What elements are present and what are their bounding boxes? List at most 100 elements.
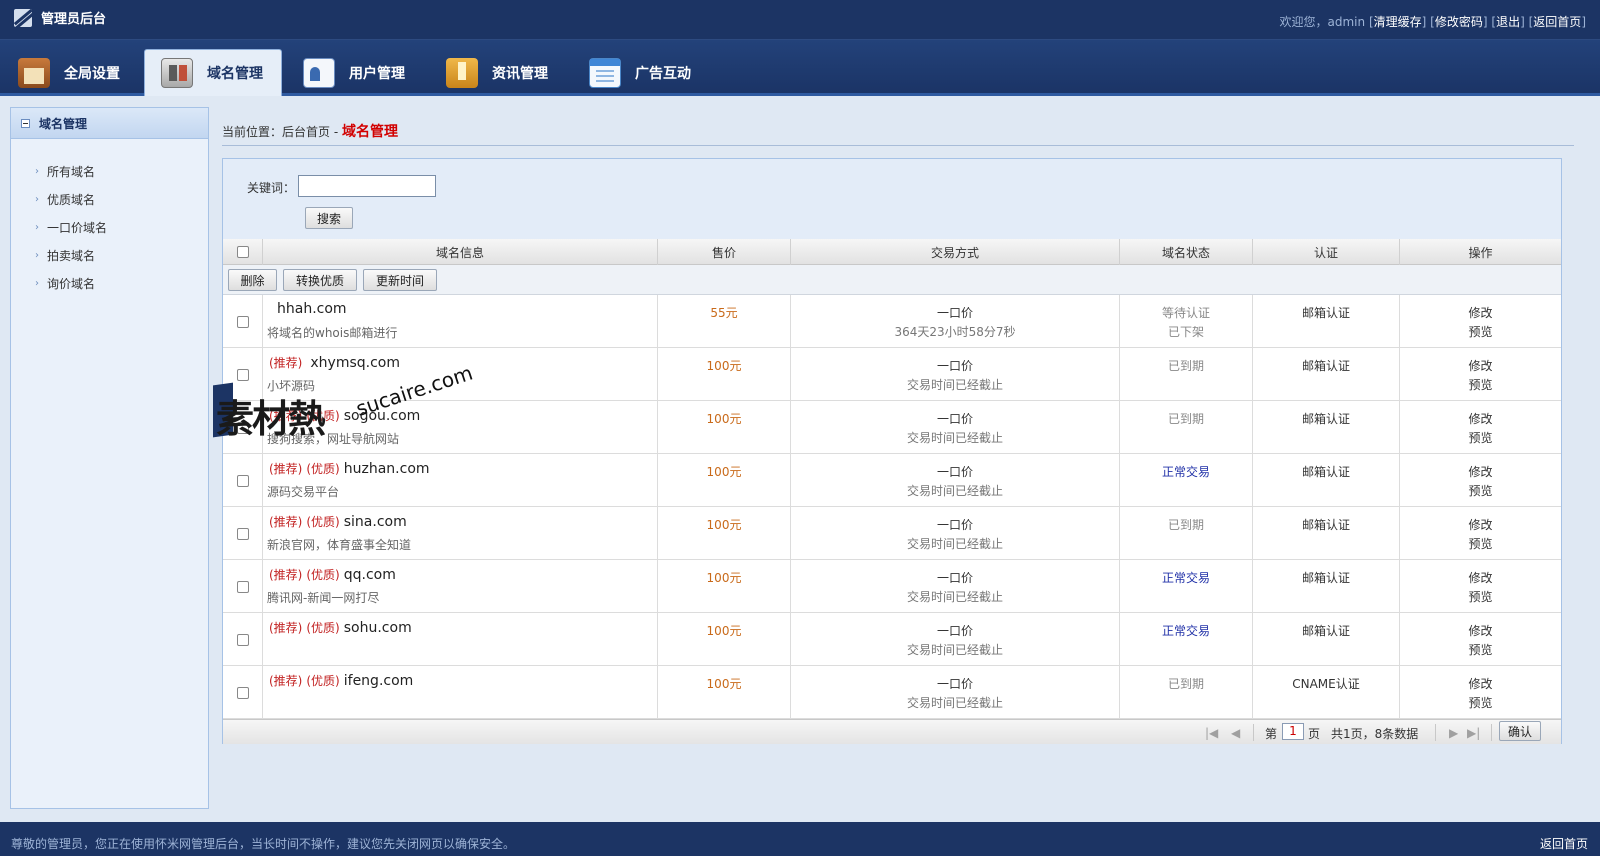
operation-cell: 修改 预览: [1400, 295, 1561, 348]
row-checkbox-cell: [223, 295, 263, 348]
preview-link[interactable]: 预览: [1400, 376, 1561, 393]
recommend-tag: (推荐): [269, 621, 303, 635]
sidebar-item-premium-domains[interactable]: › 优质域名: [11, 185, 208, 213]
edit-link[interactable]: 修改: [1400, 304, 1561, 321]
trade-mode: 一口价: [936, 306, 973, 320]
premium-tag: (优质): [306, 621, 340, 635]
preview-link[interactable]: 预览: [1400, 535, 1561, 552]
price-cell: 100元: [658, 348, 791, 401]
trade-mode: 一口价: [936, 359, 973, 373]
operation-cell: 修改 预览: [1400, 613, 1561, 666]
header-checkbox-cell: [223, 239, 263, 265]
status-cell: 已到期: [1120, 401, 1253, 454]
trade-time: 交易时间已经截止: [906, 484, 1003, 498]
row-checkbox[interactable]: [236, 527, 249, 540]
brand: 管理员后台: [14, 8, 106, 27]
auth-cell: 邮箱认证: [1253, 295, 1400, 348]
preview-link[interactable]: 预览: [1400, 641, 1561, 658]
watermark-cn: 素材熱: [216, 397, 326, 441]
status-text: 已到期: [1167, 677, 1204, 691]
window-icon: [589, 57, 621, 88]
footer-home-link[interactable]: 返回首页: [1540, 835, 1588, 852]
trade-time: 交易时间已经截止: [906, 378, 1003, 392]
update-time-button[interactable]: 更新时间: [363, 269, 437, 291]
next-page-icon[interactable]: ▶: [1449, 726, 1458, 740]
convert-premium-button[interactable]: 转换优质: [283, 269, 357, 291]
tab-news-management[interactable]: 资讯管理: [430, 49, 568, 96]
tab-user-management[interactable]: 用户管理: [287, 49, 425, 96]
trade-mode-cell: 一口价 交易时间已经截止: [791, 666, 1120, 719]
book-icon: [446, 57, 478, 88]
edit-link[interactable]: 修改: [1400, 622, 1561, 639]
trade-mode-cell: 一口价交易时间已经截止: [791, 348, 1120, 401]
page-suffix: 页: [1308, 727, 1321, 741]
chevron-right-icon: ›: [35, 193, 39, 205]
status-cell: 正常交易: [1120, 613, 1253, 666]
row-checkbox-cell: [223, 454, 263, 507]
sidebar-item-auction-domains[interactable]: › 拍卖域名: [11, 241, 208, 269]
tab-domain-management[interactable]: 域名管理: [144, 49, 282, 96]
auth-text: 邮箱认证: [1301, 465, 1350, 479]
tab-global-settings[interactable]: 全局设置: [2, 49, 140, 96]
table-row: (推荐) (优质) qq.com 腾讯网-新闻一网打尽 100元 一口价 交易时间已经截止 正…: [223, 560, 1561, 613]
delete-button[interactable]: 删除: [228, 269, 277, 291]
sidebar-item-fixed-price-domains[interactable]: › 一口价域名: [11, 213, 208, 241]
premium-tag: (优质): [306, 515, 340, 529]
search-button[interactable]: 搜索: [305, 207, 353, 229]
breadcrumb-current: 域名管理: [342, 124, 398, 140]
domain-description: 将域名的whois邮箱进行: [267, 326, 398, 340]
table-row: (推荐) (优质) sina.com 新浪官网，体育盛事全知道 100元 一口价 交易时间已…: [223, 507, 1561, 560]
domain-info-cell: (推荐) (优质) sohu.com: [263, 613, 658, 666]
table-row: hhah.com 将域名的whois邮箱进行 55元 一口价 364天23小时58分7秒…: [223, 295, 1561, 348]
row-checkbox[interactable]: [236, 633, 249, 646]
sidebar-header[interactable]: 域名管理: [11, 108, 208, 139]
header-operation: 操作: [1468, 245, 1493, 260]
edit-link[interactable]: 修改: [1400, 357, 1561, 374]
logout-link[interactable]: 退出: [1496, 15, 1520, 29]
auth-cell: 邮箱认证: [1253, 613, 1400, 666]
first-page-icon[interactable]: |◀: [1205, 726, 1218, 740]
row-checkbox[interactable]: [236, 686, 249, 699]
prev-page-icon[interactable]: ◀: [1231, 726, 1240, 740]
last-page-icon[interactable]: ▶|: [1467, 726, 1480, 740]
change-password-link[interactable]: 修改密码: [1435, 15, 1483, 29]
price: 100元: [706, 518, 742, 532]
breadcrumb: 当前位置：后台首页 - 域名管理: [222, 121, 1574, 146]
price: 100元: [706, 624, 742, 638]
operation-cell: 修改 预览: [1400, 401, 1561, 454]
status-text: 正常交易: [1161, 465, 1210, 479]
row-checkbox-cell: [223, 666, 263, 719]
collapse-icon[interactable]: [21, 118, 30, 128]
row-checkbox[interactable]: [236, 315, 249, 328]
home-link[interactable]: 返回首页: [1533, 15, 1581, 29]
row-checkbox[interactable]: [236, 368, 249, 381]
cabinet-icon: [18, 57, 50, 88]
preview-link[interactable]: 预览: [1400, 588, 1561, 605]
domain-description: 腾讯网-新闻一网打尽: [267, 591, 380, 605]
preview-link[interactable]: 预览: [1400, 482, 1561, 499]
price-cell: 100元: [658, 666, 791, 719]
preview-link[interactable]: 预览: [1400, 429, 1561, 446]
table-row: (推荐) (优质) sohu.com 100元 一口价 交易时间已经截止 正常交易 邮箱认证 修…: [223, 613, 1561, 666]
edit-link[interactable]: 修改: [1400, 516, 1561, 533]
row-checkbox[interactable]: [236, 474, 249, 487]
trade-mode-cell: 一口价 交易时间已经截止: [791, 401, 1120, 454]
preview-link[interactable]: 预览: [1400, 323, 1561, 340]
sidebar-item-inquiry-domains[interactable]: › 询价域名: [11, 269, 208, 297]
page-number-input[interactable]: 1: [1282, 723, 1304, 740]
confirm-button[interactable]: 确认: [1499, 721, 1541, 741]
domain-name: qq.com: [343, 567, 396, 583]
keyword-input[interactable]: [298, 175, 436, 197]
row-checkbox[interactable]: [236, 580, 249, 593]
select-all-checkbox[interactable]: [236, 246, 249, 258]
edit-link[interactable]: 修改: [1400, 463, 1561, 480]
edit-link[interactable]: 修改: [1400, 569, 1561, 586]
sidebar-item-all-domains[interactable]: › 所有域名: [11, 157, 208, 185]
operation-cell: 修改 预览: [1400, 560, 1561, 613]
edit-link[interactable]: 修改: [1400, 675, 1561, 692]
breadcrumb-home[interactable]: 后台首页: [282, 125, 330, 139]
preview-link[interactable]: 预览: [1400, 694, 1561, 711]
tab-ad-interaction[interactable]: 广告互动: [573, 49, 711, 96]
edit-link[interactable]: 修改: [1400, 410, 1561, 427]
clear-cache-link[interactable]: 清理缓存: [1374, 15, 1422, 29]
